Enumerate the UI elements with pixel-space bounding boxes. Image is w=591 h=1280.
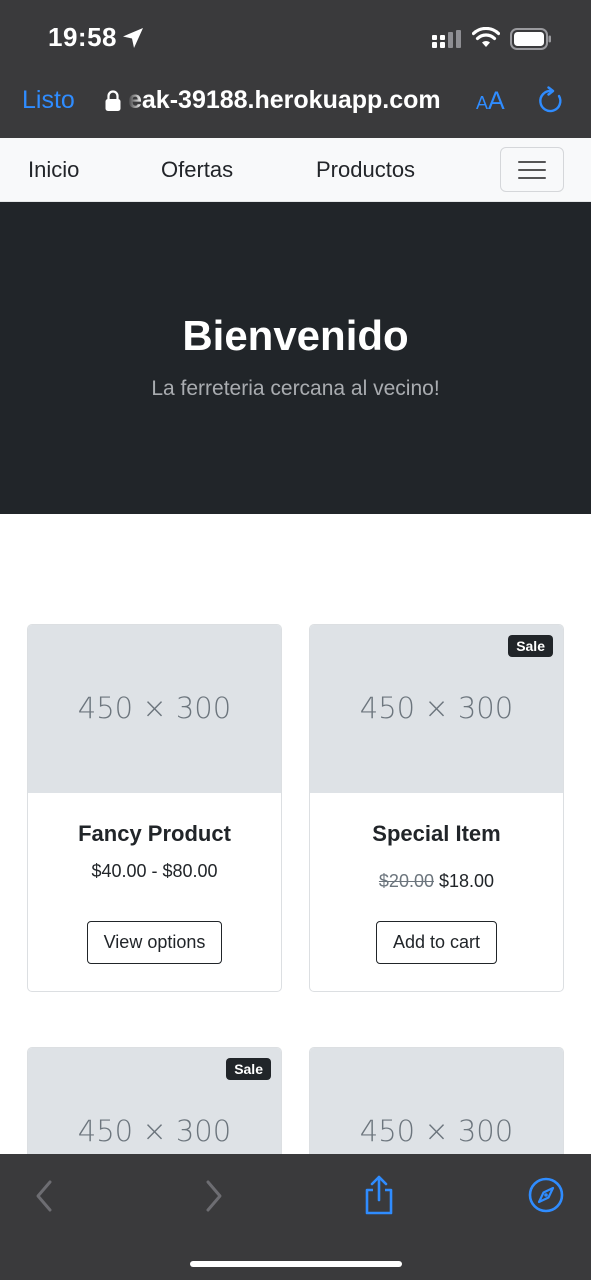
nav-link-productos[interactable]: Productos bbox=[316, 157, 415, 183]
compass-icon[interactable] bbox=[527, 1176, 565, 1214]
product-card: 450 × 300 Sale Special Item $20.00 $18.0… bbox=[309, 624, 564, 992]
navbar-toggler-button[interactable] bbox=[500, 147, 564, 192]
hamburger-menu-icon bbox=[518, 169, 546, 171]
sale-price: $18.00 bbox=[439, 871, 495, 891]
product-price-group: $20.00 $18.00 bbox=[310, 871, 563, 892]
text-size-big-glyph: A bbox=[488, 87, 505, 115]
image-size-label: 450 × 300 bbox=[359, 1114, 514, 1148]
reload-icon[interactable] bbox=[536, 86, 566, 116]
hero-title: Bienvenido bbox=[182, 312, 409, 359]
home-indicator bbox=[190, 1261, 402, 1267]
product-name: Fancy Product bbox=[78, 821, 231, 846]
url-fade bbox=[128, 84, 142, 116]
product-card: 450 × 300 Fancy Product $40.00 - $80.00 … bbox=[27, 624, 282, 992]
forward-icon[interactable] bbox=[202, 1178, 226, 1214]
battery-icon bbox=[510, 28, 551, 50]
text-size-small-glyph: A bbox=[476, 93, 489, 113]
safari-top-chrome: 19:58 Listo eak-39188.herokuapp.com AA bbox=[0, 0, 591, 138]
view-options-button[interactable]: View options bbox=[87, 921, 222, 964]
old-price: $20.00 bbox=[378, 871, 434, 891]
address-bar: Listo eak-39188.herokuapp.com AA bbox=[0, 78, 591, 128]
done-button[interactable]: Listo bbox=[22, 86, 75, 115]
hero-subtitle: La ferreteria cercana al vecino! bbox=[151, 377, 440, 400]
nav-link-inicio[interactable]: Inicio bbox=[28, 157, 79, 183]
hamburger-menu-icon bbox=[518, 161, 546, 163]
hamburger-menu-icon bbox=[518, 177, 546, 179]
image-size-label: 450 × 300 bbox=[359, 691, 514, 725]
image-size-label: 450 × 300 bbox=[77, 691, 232, 725]
lock-icon bbox=[105, 90, 121, 111]
product-price: $40.00 - $80.00 bbox=[91, 861, 218, 881]
cellular-signal-icon bbox=[432, 30, 461, 48]
url-field[interactable]: eak-39188.herokuapp.com bbox=[128, 86, 458, 115]
wifi-icon bbox=[472, 27, 500, 47]
status-time: 19:58 bbox=[48, 22, 117, 52]
product-image-placeholder: 450 × 300 bbox=[28, 625, 281, 793]
back-icon[interactable] bbox=[32, 1178, 56, 1214]
sale-badge: Sale bbox=[508, 635, 553, 657]
product-name: Special Item bbox=[372, 821, 501, 846]
add-to-cart-button[interactable]: Add to cart bbox=[376, 921, 497, 964]
safari-bottom-toolbar bbox=[0, 1154, 591, 1280]
sale-badge: Sale bbox=[226, 1058, 271, 1080]
text-size-button[interactable]: AA bbox=[476, 87, 505, 116]
share-icon[interactable] bbox=[362, 1174, 396, 1216]
image-size-label: 450 × 300 bbox=[77, 1114, 232, 1148]
site-navbar: Inicio Ofertas Productos bbox=[0, 138, 591, 202]
hero-header: Bienvenido La ferreteria cercana al veci… bbox=[0, 202, 591, 514]
location-arrow-icon bbox=[123, 28, 143, 48]
nav-link-ofertas[interactable]: Ofertas bbox=[161, 157, 233, 183]
